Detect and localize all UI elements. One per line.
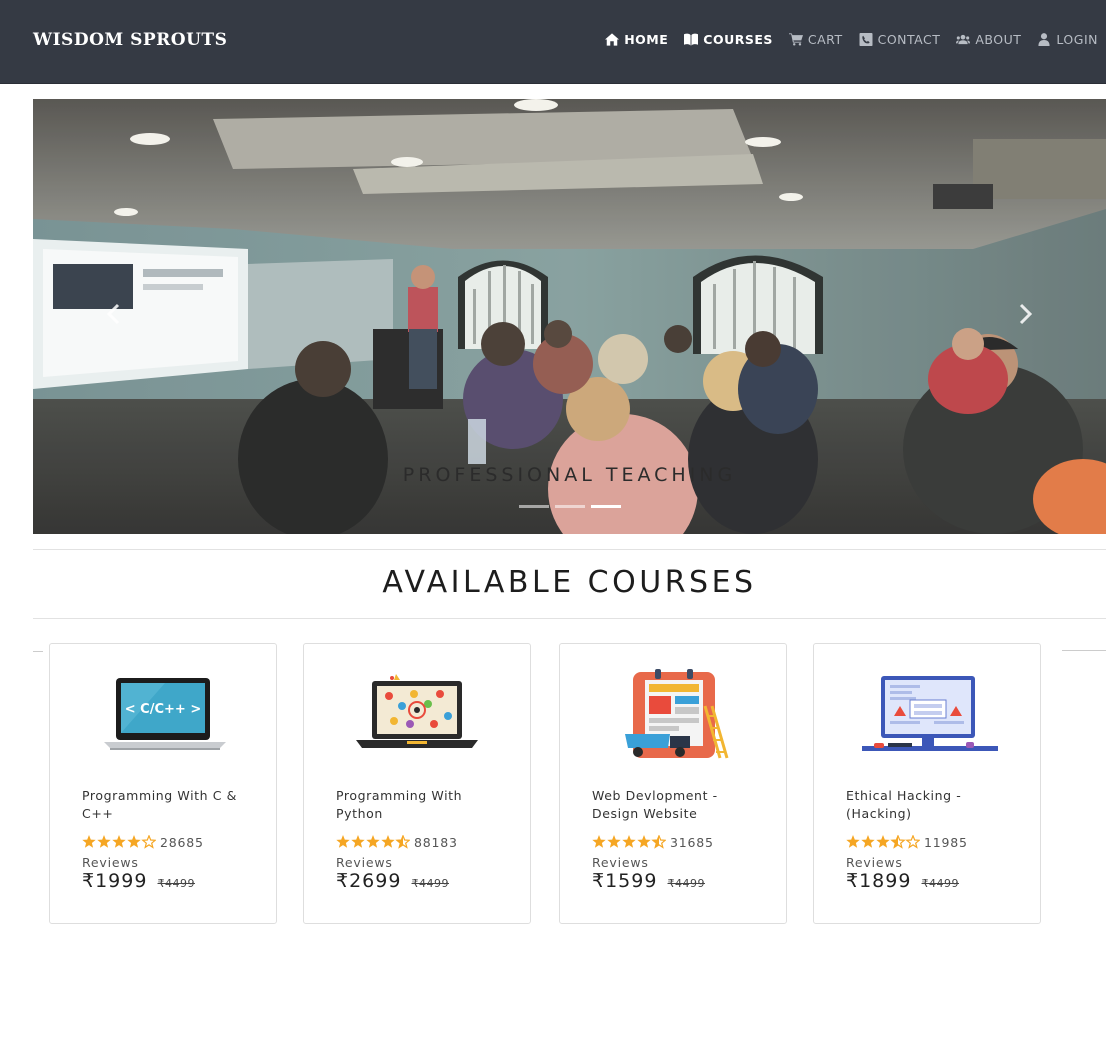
carousel-prev-button[interactable] bbox=[99, 299, 129, 329]
nav-cart[interactable]: CART bbox=[788, 32, 843, 47]
price-current: ₹1599 bbox=[592, 870, 658, 892]
python-laptop-icon bbox=[344, 666, 494, 766]
chevron-left-icon bbox=[106, 303, 120, 325]
star-rating bbox=[336, 834, 411, 854]
nav-about-label: ABOUT bbox=[975, 32, 1022, 47]
course-price: ₹1999 ₹4499 bbox=[82, 870, 195, 892]
reviews-count: 11985 bbox=[924, 835, 968, 850]
divider-bottom bbox=[33, 618, 1106, 619]
home-icon bbox=[605, 33, 620, 46]
reviews-count: 31685 bbox=[670, 835, 714, 850]
course-card[interactable]: Web Devlopment - Design Website 31685 Rev… bbox=[559, 643, 787, 924]
nav-courses-label: COURSES bbox=[703, 32, 773, 47]
book-icon bbox=[684, 33, 699, 46]
nav-courses[interactable]: COURSES bbox=[684, 32, 773, 47]
web-design-icon bbox=[600, 666, 750, 766]
star-rating bbox=[82, 834, 157, 854]
price-original: ₹4499 bbox=[411, 877, 449, 890]
course-rating: 88183 Reviews bbox=[336, 834, 516, 872]
course-price: ₹1599 ₹4499 bbox=[592, 870, 705, 892]
price-current: ₹1999 bbox=[82, 870, 148, 892]
reviews-label: Reviews bbox=[336, 855, 393, 870]
price-current: ₹1899 bbox=[846, 870, 912, 892]
brand-logo[interactable]: WISDOM SPROUTS bbox=[33, 30, 227, 50]
main-nav: HOME COURSES CART CONTACT ABOUT LOGIN bbox=[605, 32, 1098, 47]
users-icon bbox=[956, 34, 971, 45]
hacking-monitor-icon bbox=[854, 666, 1004, 766]
carousel-indicator-2[interactable] bbox=[555, 505, 585, 508]
course-card[interactable]: Programming With Python 88183 Reviews ₹26… bbox=[303, 643, 531, 924]
reviews-count: 28685 bbox=[160, 835, 204, 850]
section-title: AVAILABLE COURSES bbox=[382, 565, 757, 600]
course-price: ₹2699 ₹4499 bbox=[336, 870, 449, 892]
reviews-label: Reviews bbox=[82, 855, 139, 870]
reviews-label: Reviews bbox=[846, 855, 903, 870]
course-rating: 31685 Reviews bbox=[592, 834, 772, 872]
carousel-indicators bbox=[519, 505, 621, 508]
course-card[interactable]: < C/C++ > Programming With C & C++ 28685… bbox=[49, 643, 277, 924]
price-original: ₹4499 bbox=[921, 877, 959, 890]
nav-home-label: HOME bbox=[624, 32, 669, 47]
nav-about[interactable]: ABOUT bbox=[956, 32, 1021, 47]
divider-top bbox=[33, 549, 1106, 550]
nav-login[interactable]: LOGIN bbox=[1037, 32, 1098, 47]
carousel-next-button[interactable] bbox=[1010, 299, 1040, 329]
reviews-label: Reviews bbox=[592, 855, 649, 870]
course-title[interactable]: Programming With Python bbox=[336, 787, 511, 823]
star-rating bbox=[592, 834, 667, 854]
carousel-indicator-1[interactable] bbox=[519, 505, 549, 508]
cart-icon bbox=[788, 33, 803, 46]
price-original: ₹4499 bbox=[667, 877, 705, 890]
reviews-count: 88183 bbox=[414, 835, 458, 850]
course-price: ₹1899 ₹4499 bbox=[846, 870, 959, 892]
price-original: ₹4499 bbox=[157, 877, 195, 890]
price-current: ₹2699 bbox=[336, 870, 402, 892]
hero-carousel[interactable]: PROFESSIONAL TEACHING bbox=[33, 99, 1106, 534]
star-rating bbox=[846, 834, 921, 854]
carousel-caption: PROFESSIONAL TEACHING bbox=[402, 464, 737, 486]
c-cpp-laptop-icon: < C/C++ > bbox=[90, 666, 240, 766]
thumb-label: < C/C++ > bbox=[125, 702, 201, 717]
navbar: WISDOM SPROUTS HOME COURSES CART CONTACT… bbox=[0, 0, 1106, 84]
nav-login-label: LOGIN bbox=[1056, 32, 1098, 47]
nav-contact[interactable]: CONTACT bbox=[859, 32, 941, 47]
nav-home[interactable]: HOME bbox=[605, 32, 668, 47]
slider-edge-right bbox=[1062, 650, 1106, 651]
nav-cart-label: CART bbox=[807, 32, 843, 47]
chevron-right-icon bbox=[1019, 303, 1033, 325]
user-icon bbox=[1038, 33, 1050, 46]
carousel-indicator-3[interactable] bbox=[591, 505, 621, 508]
course-title[interactable]: Ethical Hacking - (Hacking) bbox=[846, 787, 1021, 823]
phone-icon bbox=[859, 33, 873, 46]
course-card[interactable]: Ethical Hacking - (Hacking) 11985 Reviews… bbox=[813, 643, 1041, 924]
course-rating: 28685 Reviews bbox=[82, 834, 262, 872]
slider-edge-left bbox=[33, 651, 43, 652]
nav-contact-label: CONTACT bbox=[877, 32, 941, 47]
course-rating: 11985 Reviews bbox=[846, 834, 1026, 872]
course-title[interactable]: Web Devlopment - Design Website bbox=[592, 787, 767, 823]
course-title[interactable]: Programming With C & C++ bbox=[82, 787, 257, 823]
